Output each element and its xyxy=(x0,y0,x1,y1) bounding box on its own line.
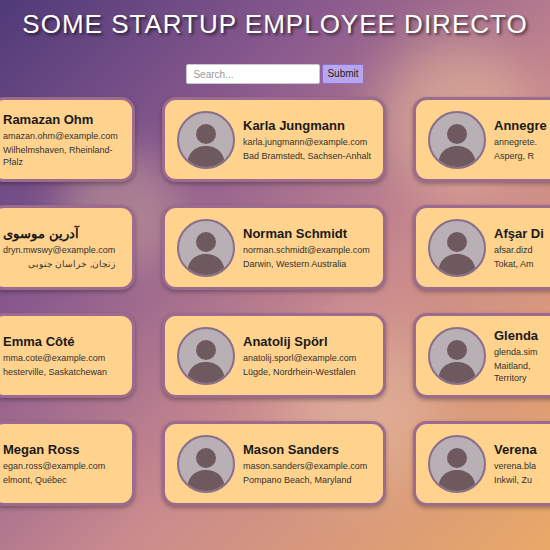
employee-location: elmont, Québec xyxy=(3,474,105,486)
employee-location: زنجان, خراسان جنوبی xyxy=(3,258,115,270)
submit-button[interactable]: Submit xyxy=(322,64,363,84)
employee-photo xyxy=(177,327,235,385)
employee-info: Verena verena.bla Inkwil, Zu xyxy=(494,441,537,486)
person-icon xyxy=(179,221,233,275)
employee-card[interactable]: Glenda glenda.sim Maitland, Territory xyxy=(413,313,550,398)
page: SOME STARTUP EMPLOYEE DIRECTO Submit Ram… xyxy=(0,0,550,550)
employee-card[interactable]: آدرین موسوی dryn.mwswy@example.com زنجان, … xyxy=(0,205,135,290)
employee-photo xyxy=(428,327,486,385)
employee-location: Wilhelmshaven, Rheinland- Pfalz xyxy=(3,144,118,168)
employee-location: Lügde, Nordrhein-Westfalen xyxy=(243,366,356,378)
employee-row: Emma Côté mma.cote@example.com hesterville… xyxy=(0,313,550,398)
employee-info: Afşar Di afsar.dizd Tokat, Am xyxy=(494,225,544,270)
employee-row: آدرین موسوی dryn.mwswy@example.com زنجان, … xyxy=(0,205,550,290)
employee-photo xyxy=(428,435,486,493)
employee-card[interactable]: Verena verena.bla Inkwil, Zu xyxy=(413,421,550,506)
employee-row: Ramazan Ohm amazan.ohm@example.com Wilhelm… xyxy=(0,97,550,182)
employee-name: Annegre xyxy=(494,117,547,134)
employee-card[interactable]: Afşar Di afsar.dizd Tokat, Am xyxy=(413,205,550,290)
employee-location: Darwin, Western Australia xyxy=(243,258,370,270)
employee-grid: Ramazan Ohm amazan.ohm@example.com Wilhelm… xyxy=(0,97,550,506)
employee-info: Annegre annegrete. Asperg, R xyxy=(494,117,547,162)
person-icon xyxy=(179,329,233,383)
employee-card[interactable]: Karla Jungmann karla.jungmann@example.com… xyxy=(162,97,386,182)
employee-email: amazan.ohm@example.com xyxy=(3,130,118,142)
person-icon xyxy=(430,221,484,275)
employee-photo xyxy=(177,219,235,277)
employee-info: Glenda glenda.sim Maitland, Territory xyxy=(494,327,538,384)
search-input[interactable] xyxy=(186,64,320,84)
employee-name: Mason Sanders xyxy=(243,441,367,458)
person-icon xyxy=(179,437,233,491)
employee-info: Mason Sanders mason.sanders@example.com Po… xyxy=(243,441,367,486)
employee-name: Glenda xyxy=(494,327,538,344)
search-bar: Submit xyxy=(0,64,550,84)
employee-card[interactable]: Ramazan Ohm amazan.ohm@example.com Wilhelm… xyxy=(0,97,135,182)
employee-name: Karla Jungmann xyxy=(243,117,371,134)
employee-photo xyxy=(177,111,235,169)
employee-email: norman.schmidt@example.com xyxy=(243,244,370,256)
employee-location: hesterville, Saskatchewan xyxy=(3,366,107,378)
employee-email: egan.ross@example.com xyxy=(3,460,105,472)
employee-photo xyxy=(428,111,486,169)
employee-location: Tokat, Am xyxy=(494,258,544,270)
employee-location: Bad Bramstedt, Sachsen-Anhalt xyxy=(243,150,371,162)
employee-email: mason.sanders@example.com xyxy=(243,460,367,472)
employee-card[interactable]: Norman Schmidt norman.schmidt@example.com… xyxy=(162,205,386,290)
employee-location: Inkwil, Zu xyxy=(494,474,537,486)
employee-location: Asperg, R xyxy=(494,150,547,162)
employee-info: Karla Jungmann karla.jungmann@example.com… xyxy=(243,117,371,162)
employee-info: آدرین موسوی dryn.mwswy@example.com زنجان, … xyxy=(3,225,115,270)
employee-location: Pompano Beach, Maryland xyxy=(243,474,367,486)
employee-name: Megan Ross xyxy=(3,441,105,458)
employee-name: آدرین موسوی xyxy=(3,225,115,242)
employee-name: Ramazan Ohm xyxy=(3,111,118,128)
employee-email: verena.bla xyxy=(494,460,537,472)
person-icon xyxy=(430,113,484,167)
employee-email: annegrete. xyxy=(494,136,547,148)
employee-card[interactable]: Emma Côté mma.cote@example.com hesterville… xyxy=(0,313,135,398)
employee-email: mma.cote@example.com xyxy=(3,352,107,364)
employee-email: glenda.sim xyxy=(494,346,538,358)
employee-card[interactable]: Mason Sanders mason.sanders@example.com Po… xyxy=(162,421,386,506)
employee-name: Anatolij Spörl xyxy=(243,333,356,350)
employee-email: dryn.mwswy@example.com xyxy=(3,244,115,256)
employee-info: Anatolij Spörl anatolij.sporl@example.com… xyxy=(243,333,356,378)
employee-card[interactable]: Anatolij Spörl anatolij.sporl@example.com… xyxy=(162,313,386,398)
employee-email: afsar.dizd xyxy=(494,244,544,256)
page-title: SOME STARTUP EMPLOYEE DIRECTO xyxy=(22,8,527,40)
employee-name: Verena xyxy=(494,441,537,458)
employee-email: karla.jungmann@example.com xyxy=(243,136,371,148)
employee-name: Afşar Di xyxy=(494,225,544,242)
person-icon xyxy=(430,329,484,383)
person-icon xyxy=(179,113,233,167)
employee-location: Maitland, Territory xyxy=(494,360,538,384)
employee-photo xyxy=(177,435,235,493)
employee-info: Ramazan Ohm amazan.ohm@example.com Wilhelm… xyxy=(3,111,118,168)
employee-email: anatolij.sporl@example.com xyxy=(243,352,356,364)
employee-card[interactable]: Annegre annegrete. Asperg, R xyxy=(413,97,550,182)
employee-info: Megan Ross egan.ross@example.com elmont, Q… xyxy=(3,441,105,486)
employee-name: Emma Côté xyxy=(3,333,107,350)
employee-name: Norman Schmidt xyxy=(243,225,370,242)
person-icon xyxy=(430,437,484,491)
employee-photo xyxy=(428,219,486,277)
employee-card[interactable]: Megan Ross egan.ross@example.com elmont, Q… xyxy=(0,421,135,506)
employee-row: Megan Ross egan.ross@example.com elmont, Q… xyxy=(0,421,550,506)
employee-info: Norman Schmidt norman.schmidt@example.com… xyxy=(243,225,370,270)
employee-info: Emma Côté mma.cote@example.com hesterville… xyxy=(3,333,107,378)
